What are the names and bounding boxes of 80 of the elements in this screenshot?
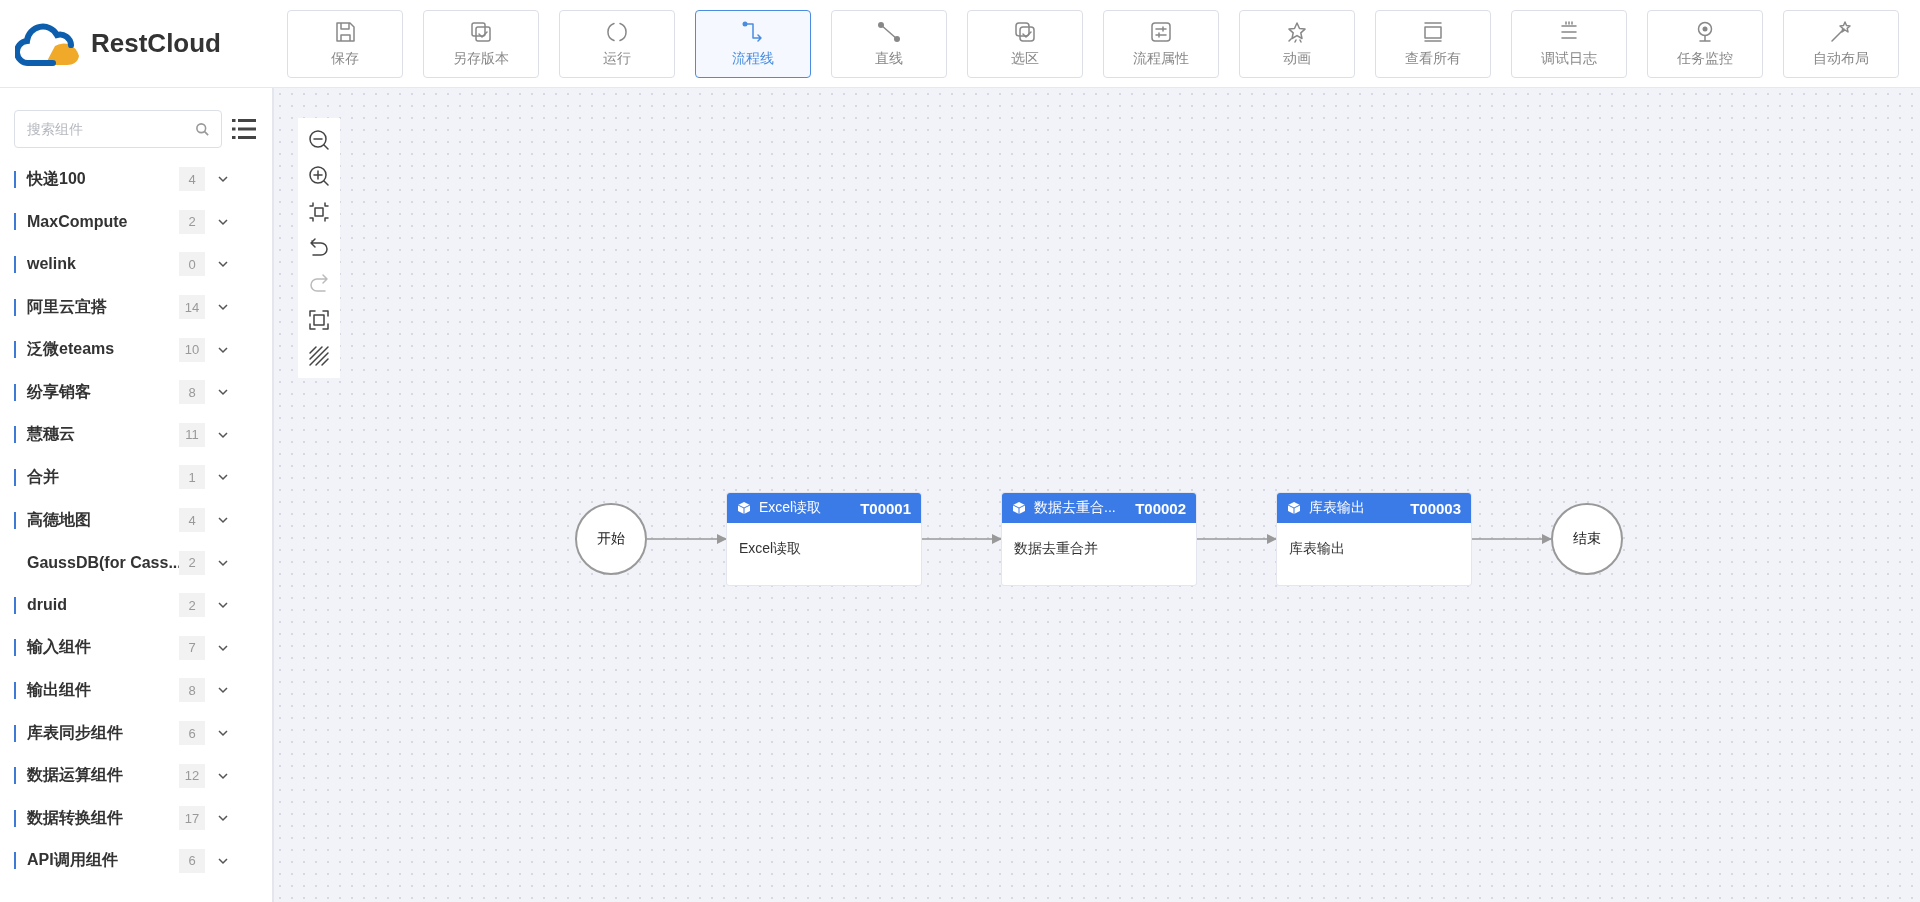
toolbar-button[interactable]: 调试日志 <box>1511 9 1627 78</box>
category-label[interactable]: API调用组件 <box>27 850 179 872</box>
category-label[interactable]: 阿里云宜搭 <box>27 296 179 318</box>
fit-icon[interactable] <box>307 200 331 224</box>
count-badge: 7 <box>179 635 205 660</box>
toolbar-button[interactable]: 动画 <box>1239 9 1355 78</box>
list-view-icon[interactable] <box>232 118 256 140</box>
count-badge: 0 <box>179 252 205 277</box>
node-title: Excel读取 <box>759 499 823 517</box>
node-body-text: Excel读取 <box>738 539 803 558</box>
start-node[interactable]: 开始 <box>575 503 647 575</box>
count-badge: 4 <box>179 167 205 192</box>
category-label[interactable]: welink <box>27 255 179 274</box>
cube-icon <box>1287 501 1301 515</box>
count-badge: 8 <box>179 380 205 405</box>
count-badge: 10 <box>179 337 205 362</box>
node-code: T00002 <box>1135 499 1186 517</box>
polyline-icon <box>741 19 765 44</box>
toolbar-button[interactable]: 自动布局 <box>1783 9 1899 78</box>
toolbar-button[interactable]: 运行 <box>559 9 675 78</box>
toolbar-button[interactable]: 直线 <box>831 9 947 78</box>
task-node[interactable]: Excel读取 T00001 Excel读取 <box>726 492 922 586</box>
chevron-down-icon[interactable] <box>217 727 229 739</box>
count-badge: 6 <box>179 721 205 745</box>
count-badge: 2 <box>179 209 205 234</box>
sliders-icon <box>1149 19 1173 44</box>
fullscreen-icon[interactable] <box>307 308 331 332</box>
toolbar-button[interactable]: 流程属性 <box>1103 9 1219 78</box>
search-icon <box>195 122 210 137</box>
node-code: T00001 <box>860 499 911 517</box>
toolbar-button[interactable]: 另存版本 <box>423 9 539 78</box>
count-badge: 2 <box>179 550 205 575</box>
cube-icon <box>737 501 751 515</box>
node-code: T00003 <box>1410 499 1461 517</box>
count-badge: 12 <box>179 763 205 788</box>
zoom-in-icon[interactable] <box>307 164 331 188</box>
category-label[interactable]: 快递100 <box>27 168 179 190</box>
zoom-out-icon[interactable] <box>307 128 331 152</box>
category-label[interactable]: 合并 <box>27 466 179 488</box>
toolbar-button[interactable]: 保存 <box>287 9 403 78</box>
node-body-text: 库表输出 <box>1288 539 1346 558</box>
count-badge: 1 <box>179 465 205 490</box>
count-badge: 14 <box>179 295 205 320</box>
toolbar-button[interactable]: 选区 <box>967 9 1083 78</box>
search-field[interactable]: 搜索组件 <box>14 110 222 148</box>
node-title: 数据去重合... <box>1034 499 1117 517</box>
window-icon <box>1421 19 1445 44</box>
category-label[interactable]: MaxCompute <box>27 212 179 231</box>
category-label[interactable]: GaussDB(for Cass... <box>27 553 179 572</box>
grid-icon[interactable] <box>307 344 331 368</box>
line-icon <box>877 19 901 44</box>
magic-wand-icon <box>1829 19 1853 44</box>
task-node[interactable]: 库表输出 T00003 库表输出 <box>1276 492 1472 586</box>
category-label[interactable]: 库表同步组件 <box>27 722 179 744</box>
node-title: 库表输出 <box>1309 499 1366 517</box>
category-label[interactable]: 数据运算组件 <box>27 765 179 787</box>
cube-icon <box>1012 501 1026 515</box>
category-label[interactable]: druid <box>27 596 179 615</box>
count-badge: 6 <box>179 848 205 873</box>
toolbar-button[interactable]: 任务监控 <box>1647 9 1763 78</box>
category-label[interactable]: 纷享销客 <box>27 381 179 403</box>
task-node[interactable]: 数据去重合... T00002 数据去重合并 <box>1001 492 1197 586</box>
end-node[interactable]: 结束 <box>1551 503 1623 575</box>
toolbar-button[interactable]: 查看所有 <box>1375 9 1491 78</box>
node-body-text: 数据去重合并 <box>1013 539 1099 558</box>
category-label[interactable]: 慧穗云 <box>27 424 179 446</box>
brand-name: RestCloud <box>91 28 221 59</box>
category-label[interactable]: 泛微eteams <box>27 339 179 361</box>
selection-icon <box>1013 19 1037 44</box>
category-label[interactable]: 数据转换组件 <box>27 807 179 829</box>
star-icon <box>1285 19 1309 44</box>
category-label[interactable]: 输入组件 <box>27 637 179 659</box>
count-badge: 4 <box>179 508 205 533</box>
count-badge: 11 <box>179 422 205 447</box>
count-badge: 2 <box>179 593 205 618</box>
category-label[interactable]: 高德地图 <box>27 509 179 531</box>
count-badge: 8 <box>179 678 205 703</box>
copy-icon <box>469 19 493 44</box>
category-label[interactable]: 输出组件 <box>27 679 179 701</box>
count-badge: 17 <box>179 806 205 831</box>
